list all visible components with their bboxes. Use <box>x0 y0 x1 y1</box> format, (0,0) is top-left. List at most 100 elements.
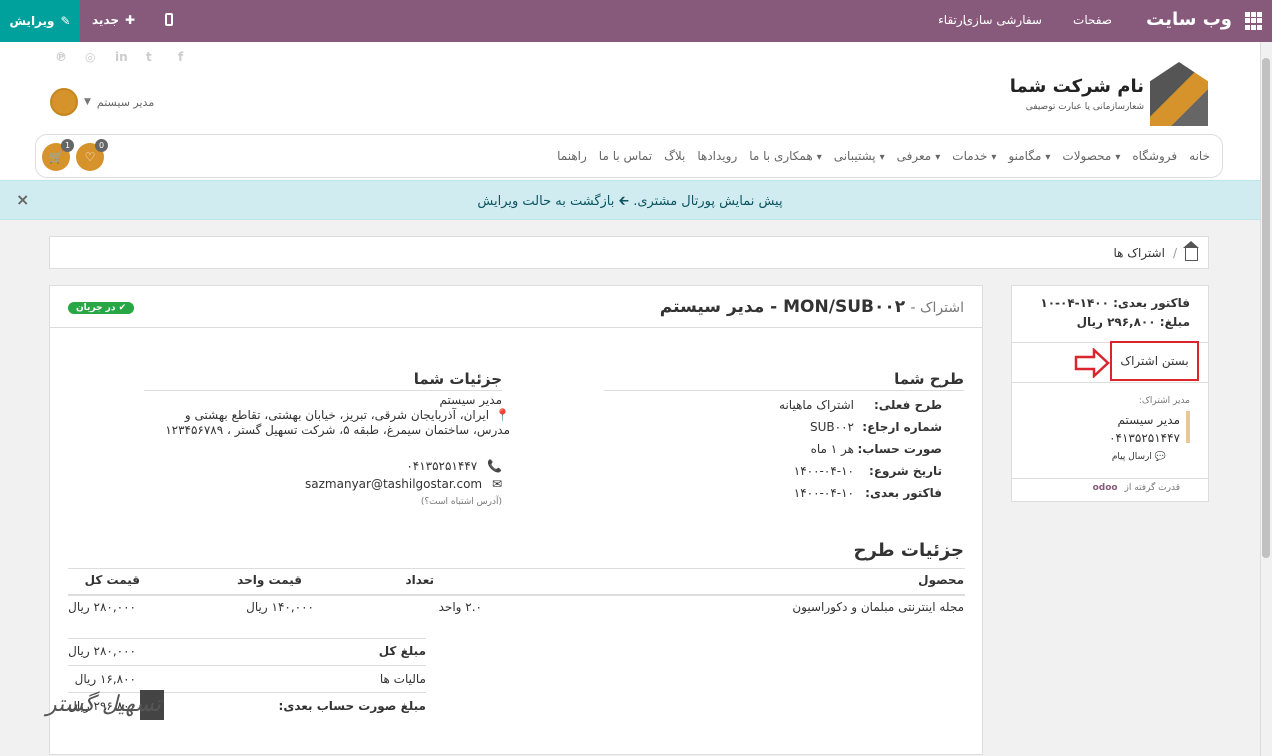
title-prefix: اشتراک - <box>910 300 965 316</box>
nav-item-4[interactable]: خدمات <box>952 149 996 163</box>
plan-row-label: فاکتور بعدی: <box>865 486 942 500</box>
col-unit-price: قیمت واحد <box>237 573 302 587</box>
linkedin-icon[interactable]: in <box>115 50 128 64</box>
table-top-line <box>68 568 965 569</box>
breadcrumb-current[interactable]: اشتراک ها <box>1113 246 1165 260</box>
powered-by-text: قدرت گرفته از <box>1124 483 1180 493</box>
nav-items: خانه فروشگاه محصولات مگامنو خدمات معرفی پشتیبا… <box>557 149 1210 163</box>
wrong-address-link[interactable]: (آدرس اشتباه است؟) <box>421 497 502 507</box>
col-qty: تعداد <box>405 573 434 587</box>
menu-customize[interactable]: سفارشی سازی <box>964 13 1042 27</box>
plan-row: فاکتور بعدی: ۱۴۰۰-۰۴-۱۰ <box>642 486 942 508</box>
plan-row-label: شماره ارجاع: <box>862 420 942 434</box>
pinterest-icon[interactable]: ℗ <box>55 50 67 64</box>
facebook-icon[interactable]: f <box>178 50 183 64</box>
plan-row-label: تاریخ شروع: <box>869 464 942 478</box>
plan-rows: طرح فعلی: اشتراک ماهیانه شماره ارجاع: SUB۰۰… <box>642 398 942 508</box>
nav-item-0[interactable]: خانه <box>1189 149 1210 163</box>
table-header-line <box>68 594 965 596</box>
plan-row-value: ۱۴۰۰-۰۴-۱۰ <box>793 486 854 500</box>
plan-row: تاریخ شروع: ۱۴۰۰-۰۴-۱۰ <box>642 464 942 486</box>
nav-item-8[interactable]: رویدادها <box>697 149 737 163</box>
status-text: در جریان <box>76 303 116 313</box>
subscription-card: اشتراک - MON/SUB۰۰۲ - مدیر سیستم ✔ در جر… <box>49 285 983 755</box>
nav-item-5[interactable]: معرفی <box>897 149 941 163</box>
envelope-icon: ✉ <box>491 477 502 491</box>
edit-label: ویرایش <box>9 14 55 28</box>
plan-row-label: طرح فعلی: <box>873 398 942 412</box>
apps-grid-icon[interactable] <box>1244 12 1262 30</box>
alert-message: پیش نمایش پورتال مشتری. 🡰 بازگشت به حالت… <box>0 192 1260 214</box>
line-total: ۲۸۰,۰۰۰ ریال <box>68 600 136 614</box>
send-message-label: ارسال پیام <box>1111 452 1152 462</box>
col-total: قیمت کل <box>84 573 140 587</box>
nav-item-2[interactable]: محصولات <box>1062 149 1120 163</box>
nav-item-9[interactable]: بلاگ <box>664 149 685 163</box>
details-divider <box>144 390 502 391</box>
company-logo[interactable]: نام شرکت شما شعارسازمانی یا عبارت توصیفی <box>1010 62 1208 126</box>
twitter-icon[interactable]: t <box>146 50 152 64</box>
breadcrumb-separator: / <box>1172 246 1177 260</box>
manager-phone: ۰۴۱۳۵۲۵۱۴۴۷ <box>1109 431 1180 445</box>
user-name: مدیر سیستم <box>96 95 155 109</box>
scrollbar-thumb[interactable] <box>1262 58 1270 558</box>
check-icon: ✔ <box>118 303 127 313</box>
red-arrow-icon <box>1074 348 1110 378</box>
close-icon[interactable]: × <box>16 190 29 209</box>
cart-count: 1 <box>61 139 74 152</box>
chevron-down-icon: ▼ <box>84 97 91 107</box>
side-amount: مبلغ: ۲۹۶,۸۰۰ ریال <box>1076 315 1190 329</box>
logo-mark-icon <box>1150 62 1208 126</box>
nav-item-6[interactable]: پشتیبانی <box>834 149 885 163</box>
line-qty: ۲.۰ واحد <box>438 600 482 614</box>
nav-item-10[interactable]: تماس با ما <box>599 149 652 163</box>
send-message-link[interactable]: 💬 ارسال پیام <box>1112 452 1166 462</box>
manager-label: مدیر اشتراک: <box>1138 396 1190 406</box>
nav-item-7[interactable]: همکاری با ما <box>749 149 821 163</box>
col-product: محصول <box>918 573 964 587</box>
mobile-preview-icon[interactable] <box>165 13 173 26</box>
wishlist-icon[interactable]: ♡ 0 <box>76 139 108 171</box>
details-heading: جزئیات شما <box>413 370 502 388</box>
edit-button[interactable]: ✎ ویرایش <box>0 0 80 42</box>
subscription-sidebar: فاکتور بعدی: ۱۴۰۰-۰۴-۱۰ مبلغ: ۲۹۶,۸۰۰ ری… <box>1011 285 1209 502</box>
company-tagline: شعارسازمانی یا عبارت توصیفی <box>1025 102 1144 112</box>
totals-line-1 <box>68 638 426 639</box>
details-address: 📍 ایران، آذربایجان شرقی، تبریز، خیابان ب… <box>165 408 510 438</box>
status-badge: ✔ در جریان <box>68 302 135 314</box>
watermark-text: تسهیل گستر <box>46 692 162 717</box>
menu-upgrade[interactable]: ارتقاء <box>938 13 966 27</box>
main-navbar: خانه فروشگاه محصولات مگامنو خدمات معرفی پشتیبا… <box>35 134 1223 178</box>
map-marker-icon: 📍 <box>495 408 510 422</box>
cart-icon[interactable]: 🛒 1 <box>42 139 74 171</box>
home-icon[interactable] <box>1183 241 1199 261</box>
instagram-icon[interactable]: ◎ <box>85 50 95 64</box>
comment-icon: 💬 <box>1154 452 1166 462</box>
arrow-left-icon: 🡰 <box>618 194 630 209</box>
plan-row: طرح فعلی: اشتراک ماهیانه <box>642 398 942 420</box>
nav-item-3[interactable]: مگامنو <box>1008 149 1050 163</box>
menu-pages[interactable]: صفحات <box>1073 13 1112 27</box>
totals-line-2 <box>68 665 426 666</box>
alert-text: پیش نمایش پورتال مشتری. <box>633 194 783 209</box>
total-label: مبلغ کل <box>378 644 426 658</box>
total-value: ۲۸۰,۰۰۰ ریال <box>68 644 136 658</box>
company-name: نام شرکت شما <box>1009 76 1144 97</box>
nav-item-11[interactable]: راهنما <box>557 149 587 163</box>
website-brand[interactable]: وب سایت <box>1146 9 1232 30</box>
close-subscription-button[interactable]: بستن اشتراک <box>1110 341 1199 381</box>
wishlist-count: 0 <box>95 139 108 152</box>
plan-row-value: ۱۴۰۰-۰۴-۱۰ <box>793 464 854 478</box>
details-email: ✉ sazmanyar@tashilgostar.com <box>305 477 502 491</box>
website-topbar: وب سایت صفحات سفارشی سازی ارتقاء ✚ جدید … <box>0 0 1272 42</box>
user-menu[interactable]: ▼ مدیر سیستم <box>50 88 154 116</box>
plan-row-value: اشتراک ماهیانه <box>779 398 854 412</box>
search-icon[interactable] <box>50 88 78 116</box>
nav-item-1[interactable]: فروشگاه <box>1132 149 1177 163</box>
page-scrollbar[interactable] <box>1260 42 1272 756</box>
preview-alert: پیش نمایش پورتال مشتری. 🡰 بازگشت به حالت… <box>0 180 1260 220</box>
phone-text: ۰۴۱۳۵۲۵۱۴۴۷ <box>406 459 478 473</box>
new-button[interactable]: ✚ جدید <box>92 13 135 27</box>
back-to-edit-link[interactable]: بازگشت به حالت ویرایش <box>477 194 614 209</box>
odoo-logo[interactable]: odoo <box>1093 483 1118 493</box>
